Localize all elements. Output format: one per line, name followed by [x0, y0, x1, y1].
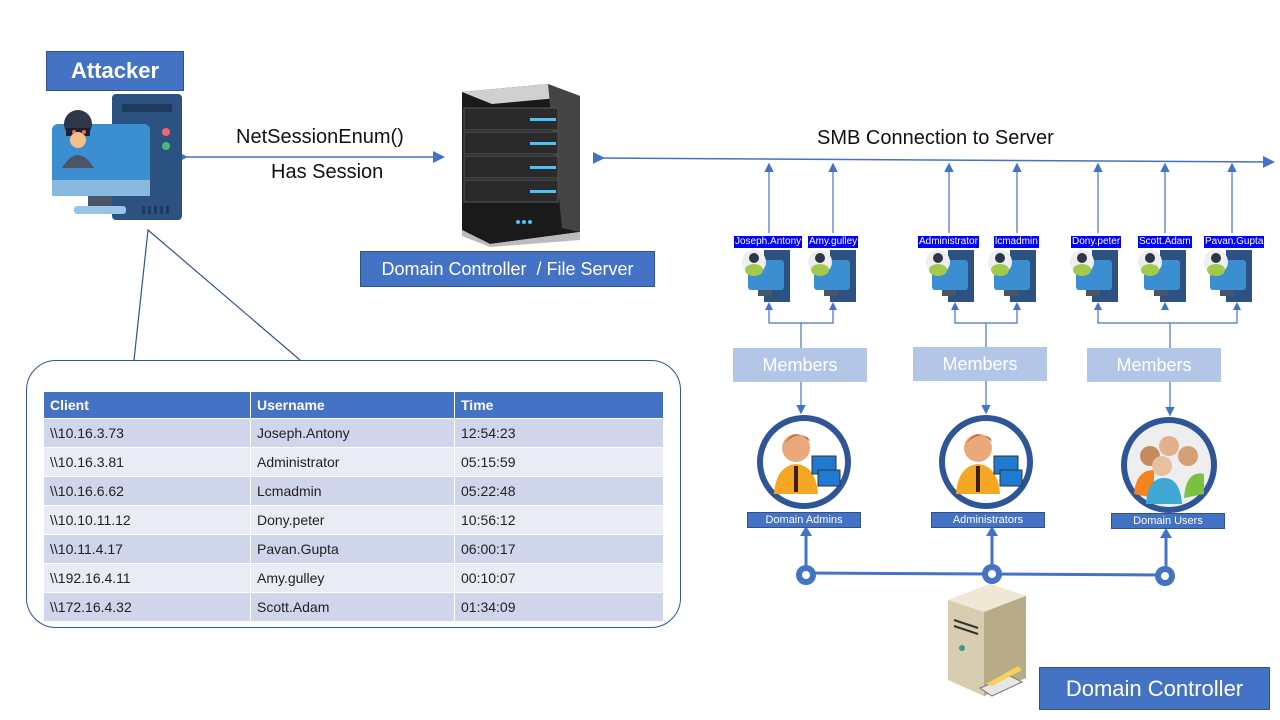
cell-time: 05:15:59 [454, 447, 664, 477]
attacker-label: Attacker [46, 51, 184, 91]
user-computer-icon [988, 250, 1036, 302]
cell-username: Administrator [250, 447, 455, 477]
column-header: Time [454, 392, 664, 419]
cell-client: \\10.16.3.73 [44, 418, 251, 448]
column-header: Client [44, 392, 251, 419]
callout-pointer [133, 228, 301, 361]
table-row: \\10.10.11.12 Dony.peter 10:56:12 [44, 505, 664, 535]
cell-username: Pavan.Gupta [250, 534, 455, 564]
cell-client: \\10.16.6.62 [44, 476, 251, 506]
cell-client: \\172.16.4.32 [44, 592, 251, 621]
user-computer-icon [1138, 250, 1186, 302]
user-computer-icon [808, 250, 856, 302]
table-row: \\10.11.4.17 Pavan.Gupta 06:00:17 [44, 534, 664, 564]
cell-username: Lcmadmin [250, 476, 455, 506]
cell-username: Dony.peter [250, 505, 455, 535]
cell-time: 01:34:09 [454, 592, 664, 621]
members-box: Members [913, 347, 1047, 381]
enum-call-label: NetSessionEnum() [236, 126, 404, 148]
domain-controller-label: Domain Controller [1039, 667, 1270, 710]
cell-client: \\10.11.4.17 [44, 534, 251, 564]
cell-time: 06:00:17 [454, 534, 664, 564]
table-row: \\10.16.6.62 Lcmadmin 05:22:48 [44, 476, 664, 506]
user-computer-icon [742, 250, 790, 302]
cell-username: Joseph.Antony [250, 418, 455, 448]
table-header-row: Client Username Time [44, 392, 664, 419]
admin-user-icon [939, 415, 1033, 509]
file-server-label: Domain Controller / File Server [360, 251, 655, 287]
users-group-icon [1121, 417, 1217, 513]
table-row: \\172.16.4.32 Scott.Adam 01:34:09 [44, 592, 664, 621]
cell-time: 05:22:48 [454, 476, 664, 506]
table-row: \\192.16.4.11 Amy.gulley 00:10:07 [44, 563, 664, 593]
cell-username: Amy.gulley [250, 563, 455, 593]
group-label-administrators: Administrators [931, 512, 1045, 528]
smb-arrow [592, 151, 1275, 168]
cell-time: 00:10:07 [454, 563, 664, 593]
members-box: Members [1087, 348, 1221, 382]
column-header: Username [250, 392, 455, 419]
cell-username: Scott.Adam [250, 592, 455, 621]
admin-user-icon [757, 415, 851, 509]
session-response-label: Has Session [271, 161, 384, 183]
user-computer-icon [926, 250, 974, 302]
members-box: Members [733, 348, 867, 382]
group-label-domain-admins: Domain Admins [747, 512, 861, 528]
user-computer-icon [1070, 250, 1118, 302]
cell-client: \\10.16.3.81 [44, 447, 251, 477]
smb-label: SMB Connection to Server [817, 127, 1054, 149]
table-row: \\10.16.3.73 Joseph.Antony 12:54:23 [44, 418, 664, 448]
table-row: \\10.16.3.81 Administrator 05:15:59 [44, 447, 664, 477]
cell-client: \\192.16.4.11 [44, 563, 251, 593]
tower-server-icon [948, 584, 1026, 697]
group-label-domain-users: Domain Users [1111, 513, 1225, 529]
cell-time: 10:56:12 [454, 505, 664, 535]
cell-client: \\10.10.11.12 [44, 505, 251, 535]
user-computer-icon [1204, 250, 1252, 302]
hacker-computer-icon [52, 94, 182, 220]
session-table: Client Username Time \\10.16.3.73 Joseph.… [44, 392, 664, 621]
cell-time: 12:54:23 [454, 418, 664, 448]
server-rack-icon [462, 84, 580, 247]
